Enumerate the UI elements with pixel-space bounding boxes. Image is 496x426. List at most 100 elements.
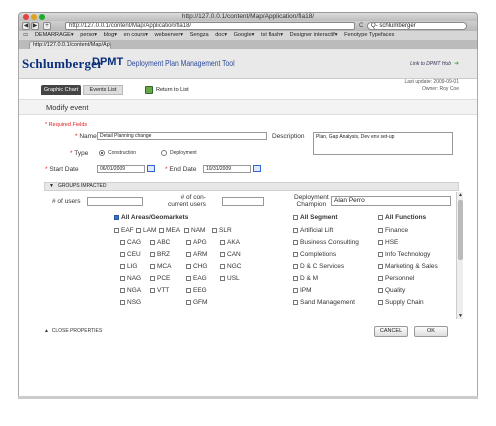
area-checkbox[interactable]: CHG <box>186 263 207 271</box>
concurrent-users-label: # of con-current users <box>168 194 206 208</box>
bookmark-item[interactable]: Google▾ <box>234 32 255 38</box>
segment-checkbox[interactable]: Completions <box>293 251 336 259</box>
window-titlebar: http://127.0.0.1/content/Map/Application… <box>18 12 478 21</box>
description-label: Description <box>272 133 305 140</box>
bookmark-item[interactable]: en cours▾ <box>124 32 148 38</box>
area-checkbox[interactable]: NAM <box>184 227 205 235</box>
url-input[interactable]: http://127.0.0.1/content/Map/Application… <box>65 22 355 30</box>
area-checkbox[interactable]: MCA <box>150 263 171 271</box>
area-checkbox[interactable]: NAG <box>120 275 141 283</box>
scroll-down-icon[interactable]: ▼ <box>457 313 464 319</box>
page-title: Modify event <box>19 99 477 115</box>
segment-checkbox[interactable]: Business Consulting <box>293 239 359 247</box>
area-checkbox[interactable]: EAF <box>114 227 134 235</box>
required-fields-note: * Required Fields <box>45 122 88 128</box>
segment-checkbox[interactable]: D & C Services <box>293 263 344 271</box>
add-bookmark-icon[interactable]: + <box>43 22 51 30</box>
tab-graphic-chart[interactable]: Graphic Chart <box>41 85 81 95</box>
segment-checkbox[interactable]: Sand Management <box>293 299 355 307</box>
function-checkbox[interactable]: HSE <box>378 239 398 247</box>
last-update-info: Last update: 2009-09-01 Owner: Roy Coe <box>405 79 460 93</box>
bookmarks-icon[interactable]: ▭ <box>23 32 28 38</box>
area-checkbox[interactable]: CEU <box>120 251 141 259</box>
users-field[interactable] <box>87 197 143 206</box>
search-input[interactable]: Q- schlumberger <box>367 22 467 30</box>
area-checkbox[interactable]: EAG <box>186 275 207 283</box>
type-deployment-label: Deployment <box>170 150 197 156</box>
area-checkbox[interactable]: NGA <box>120 287 141 295</box>
end-date-field[interactable]: 10/31/2009 <box>203 165 251 173</box>
groups-scrollbar[interactable]: ▲ ▼ <box>456 192 463 319</box>
browser-tab[interactable]: http://127.0.0.1/content/Map/Ap... <box>29 41 111 49</box>
all-segment-checkbox[interactable]: All Segment <box>293 214 338 222</box>
browser-toolbar: ◀ ▶ + http://127.0.0.1/content/Map/Appli… <box>18 21 478 31</box>
app-header: Schlumberger DPMT Deployment Plan Manage… <box>19 49 477 79</box>
area-checkbox[interactable]: ABC <box>150 239 170 247</box>
bookmark-item[interactable]: blog▾ <box>104 32 117 38</box>
return-list-icon[interactable] <box>145 86 153 94</box>
function-checkbox[interactable]: Finance <box>378 227 408 235</box>
bookmark-item[interactable]: Sengza <box>190 32 209 38</box>
area-checkbox[interactable]: ARM <box>186 251 207 259</box>
area-checkbox[interactable]: NSG <box>120 299 141 307</box>
tab-events-list[interactable]: Events List <box>83 85 123 95</box>
reload-icon[interactable]: C <box>359 22 363 30</box>
area-checkbox[interactable]: NGC <box>220 263 241 271</box>
cancel-button[interactable]: CANCEL <box>374 326 408 337</box>
function-checkbox[interactable]: Info Technology <box>378 251 430 259</box>
start-date-field[interactable]: 06/01/2009 <box>97 165 145 173</box>
function-checkbox[interactable]: Personnel <box>378 275 414 283</box>
groups-impacted-toggle[interactable]: ▼ GROUPS IMPACTED <box>44 182 459 191</box>
type-construction-label: Construction <box>108 150 137 156</box>
area-checkbox[interactable]: PCE <box>150 275 170 283</box>
arrow-right-icon[interactable]: ➜ <box>454 60 459 67</box>
area-checkbox[interactable]: EEG <box>186 287 207 295</box>
segment-checkbox[interactable]: D & M <box>293 275 318 283</box>
type-deployment-radio[interactable] <box>161 150 167 156</box>
function-checkbox[interactable]: Quality <box>378 287 405 295</box>
app-long-name: Deployment Plan Management Tool <box>127 58 235 68</box>
champion-field[interactable]: Alan Perro <box>331 196 451 206</box>
start-date-label: * Start Date <box>45 166 79 173</box>
area-checkbox[interactable]: GFM <box>186 299 207 307</box>
calendar-icon[interactable] <box>147 165 155 172</box>
scroll-thumb[interactable] <box>458 200 463 260</box>
area-checkbox[interactable]: MEA <box>159 227 180 235</box>
area-checkbox[interactable]: BRZ <box>150 251 170 259</box>
area-checkbox[interactable]: AKA <box>220 239 240 247</box>
type-construction-radio[interactable] <box>99 150 105 156</box>
area-checkbox[interactable]: APG <box>186 239 207 247</box>
dpmt-hub-link[interactable]: Link to DPMT Hub <box>410 61 451 67</box>
segment-checkbox[interactable]: IPM <box>293 287 312 295</box>
area-checkbox[interactable]: CAG <box>120 239 141 247</box>
area-checkbox[interactable]: LIG <box>120 263 137 271</box>
bookmark-item[interactable]: tst flash▾ <box>261 32 283 38</box>
back-arrow-icon[interactable]: ◀ <box>22 22 30 30</box>
bookmark-item[interactable]: perso▾ <box>80 32 97 38</box>
name-field[interactable]: Detail Planning change <box>97 132 267 140</box>
concurrent-users-field[interactable] <box>222 197 264 206</box>
return-to-list-link[interactable]: Return to List <box>156 87 189 93</box>
bookmark-item[interactable]: Fenotype Typefaces <box>344 32 394 38</box>
all-areas-checkbox[interactable]: All Areas/Geomarkets <box>114 214 188 222</box>
area-checkbox[interactable]: LAM <box>136 227 156 235</box>
segment-checkbox[interactable]: Artificial Lift <box>293 227 333 235</box>
bookmark-item[interactable]: Designer interactif▾ <box>290 32 338 38</box>
function-checkbox[interactable]: Supply Chain <box>378 299 424 307</box>
bookmark-item[interactable]: webserver▾ <box>154 32 183 38</box>
area-checkbox[interactable]: CAN <box>220 251 241 259</box>
area-checkbox[interactable]: USL <box>220 275 240 283</box>
area-checkbox[interactable]: VTT <box>150 287 169 295</box>
calendar-icon[interactable] <box>253 165 261 172</box>
area-checkbox[interactable]: SLR <box>212 227 232 235</box>
bookmark-item[interactable]: doc▾ <box>215 32 227 38</box>
all-functions-checkbox[interactable]: All Functions <box>378 214 426 222</box>
forward-arrow-icon[interactable]: ▶ <box>31 22 39 30</box>
description-field[interactable]: Plan, Gap Analysis, Dev env set-up <box>313 132 453 155</box>
bookmark-item[interactable]: DEMARRAGE▾ <box>35 32 74 38</box>
ok-button[interactable]: OK <box>414 326 448 337</box>
scroll-up-icon[interactable]: ▲ <box>457 192 464 198</box>
function-checkbox[interactable]: Marketing & Sales <box>378 263 438 271</box>
window-title: http://127.0.0.1/content/Map/Application… <box>181 13 315 20</box>
close-properties-toggle[interactable]: ▲ CLOSE PROPERTIES <box>44 328 102 334</box>
